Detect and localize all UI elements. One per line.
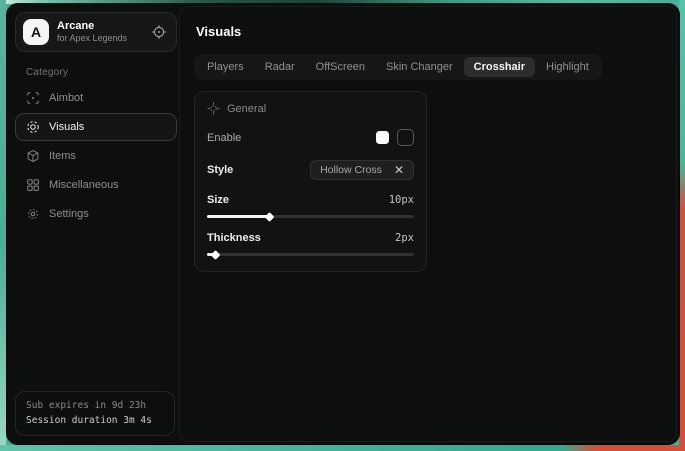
aimbot-scope-icon xyxy=(26,91,40,105)
sidebar-nav: Aimbot Visuals xyxy=(15,84,177,228)
style-select[interactable]: Hollow Cross ✕ xyxy=(310,160,414,180)
style-label: Style xyxy=(207,164,233,176)
sidebar-item-settings[interactable]: Settings xyxy=(15,200,177,228)
general-panel: General Enable Style Hollow Cross ✕ xyxy=(194,91,427,272)
style-row: Style Hollow Cross ✕ xyxy=(207,160,414,180)
thickness-row: Thickness 2px xyxy=(207,232,414,244)
size-label: Size xyxy=(207,194,229,206)
sidebar-item-items[interactable]: Items xyxy=(15,142,177,170)
tab-players[interactable]: Players xyxy=(197,57,254,77)
brand-name: Arcane xyxy=(57,20,143,34)
enable-keybind-box[interactable] xyxy=(397,129,414,146)
session-duration-text: Session duration 3m 4s xyxy=(26,413,164,428)
target-icon[interactable] xyxy=(151,24,167,40)
sidebar-item-label: Settings xyxy=(49,208,89,220)
tab-highlight[interactable]: Highlight xyxy=(536,57,599,77)
main-panel: Visuals Players Radar OffScreen Skin Cha… xyxy=(179,6,677,442)
style-selected-value: Hollow Cross xyxy=(320,164,382,176)
thickness-slider-thumb[interactable] xyxy=(211,250,221,260)
sidebar-spacer xyxy=(15,228,177,391)
tab-offscreen[interactable]: OffScreen xyxy=(306,57,375,77)
sidebar-item-miscellaneous[interactable]: Miscellaneous xyxy=(15,171,177,199)
size-value: 10px xyxy=(389,194,414,206)
screen: A Arcane for Apex Legends Category xyxy=(0,0,685,451)
tab-skin-changer[interactable]: Skin Changer xyxy=(376,57,463,77)
brand-card: A Arcane for Apex Legends xyxy=(15,12,177,52)
enable-label: Enable xyxy=(207,132,241,144)
thickness-slider[interactable] xyxy=(207,253,414,256)
settings-gear-icon xyxy=(26,207,40,221)
category-label: Category xyxy=(26,67,177,78)
brand-text: Arcane for Apex Legends xyxy=(57,20,143,45)
misc-grid-icon xyxy=(26,178,40,192)
sidebar-item-visuals[interactable]: Visuals xyxy=(15,113,177,141)
clear-icon[interactable]: ✕ xyxy=(394,165,404,175)
subscription-status-card: Sub expires in 9d 23h Session duration 3… xyxy=(15,391,175,436)
enable-row: Enable xyxy=(207,129,414,146)
size-row: Size 10px xyxy=(207,194,414,206)
sidebar: A Arcane for Apex Legends Category xyxy=(7,4,179,444)
app-window: A Arcane for Apex Legends Category xyxy=(6,3,680,445)
thickness-value: 2px xyxy=(395,232,414,244)
general-panel-header: General xyxy=(207,102,414,115)
enable-checkbox[interactable] xyxy=(376,131,389,144)
tab-bar: Players Radar OffScreen Skin Changer Cro… xyxy=(194,54,602,80)
thickness-label: Thickness xyxy=(207,232,261,244)
sidebar-item-label: Visuals xyxy=(49,121,84,133)
general-panel-title: General xyxy=(227,103,266,115)
sidebar-item-label: Aimbot xyxy=(49,92,83,104)
brand-logo: A xyxy=(23,19,49,45)
backdrop-bottom-strip xyxy=(0,445,685,451)
brand-subtitle: for Apex Legends xyxy=(57,33,143,44)
size-slider-thumb[interactable] xyxy=(265,212,275,222)
tab-radar[interactable]: Radar xyxy=(255,57,305,77)
crosshair-icon xyxy=(207,102,220,115)
size-slider[interactable] xyxy=(207,215,414,218)
thickness-slider-fill xyxy=(207,253,215,256)
page-title: Visuals xyxy=(196,24,662,39)
sidebar-item-label: Miscellaneous xyxy=(49,179,119,191)
items-package-icon xyxy=(26,149,40,163)
enable-controls xyxy=(376,129,414,146)
sidebar-item-label: Items xyxy=(49,150,76,162)
tab-crosshair[interactable]: Crosshair xyxy=(464,57,535,77)
visuals-scan-icon xyxy=(26,120,40,134)
size-slider-fill xyxy=(207,215,269,218)
sub-expires-text: Sub expires in 9d 23h xyxy=(26,398,164,413)
sidebar-item-aimbot[interactable]: Aimbot xyxy=(15,84,177,112)
